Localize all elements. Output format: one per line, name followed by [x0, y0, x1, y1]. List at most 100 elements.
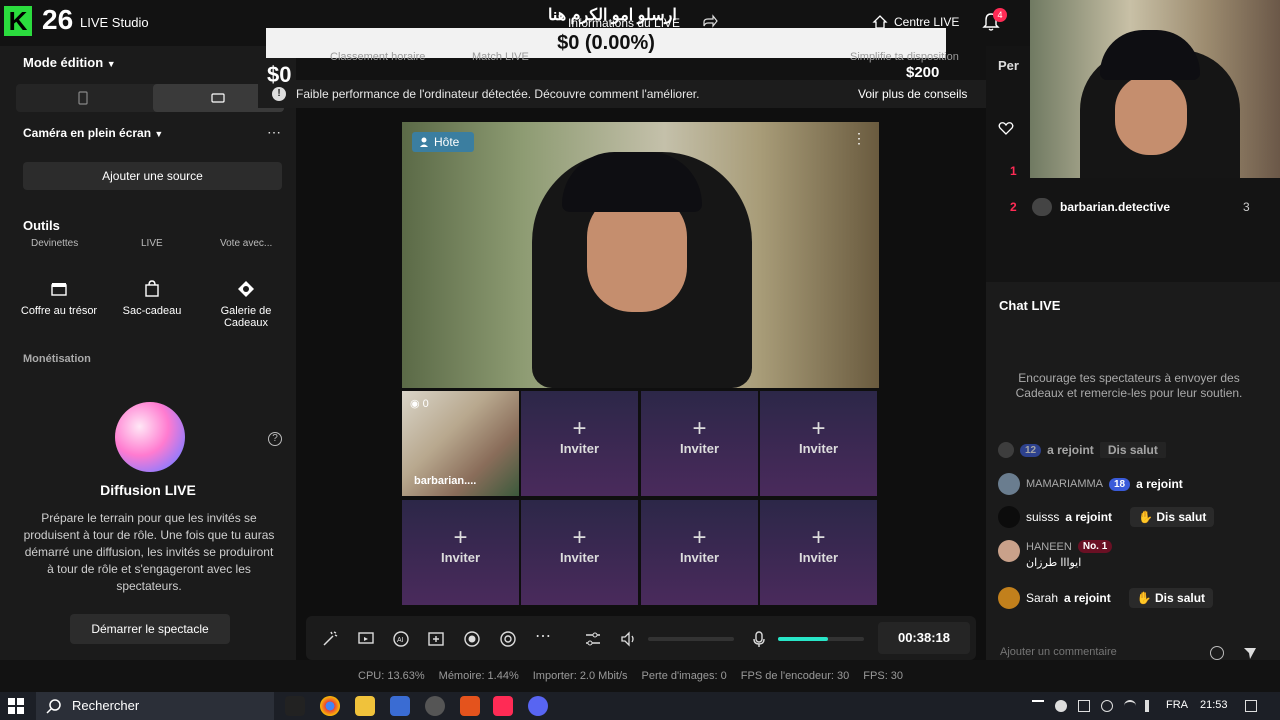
invite-slot[interactable]: + Inviter: [760, 391, 877, 496]
logo-number: 26: [42, 4, 74, 35]
tools-title: Outils: [23, 218, 60, 233]
emoji-icon[interactable]: [1210, 646, 1224, 660]
mode-edition-label: Mode édition: [23, 55, 104, 70]
say-hi-button[interactable]: ✋ Dis salut: [1130, 507, 1215, 527]
microphone-icon[interactable]: [750, 630, 768, 648]
record-icon[interactable]: [463, 630, 481, 648]
microphone-tray-icon[interactable]: [1055, 700, 1067, 712]
invite-label: Inviter: [559, 441, 599, 456]
chat-row: Sarah a rejoint ✋ Dis salut: [998, 587, 1214, 609]
tiktok-studio-app-icon[interactable]: [285, 696, 305, 716]
invite-label: Inviter: [798, 441, 838, 456]
tool-gift-gallery[interactable]: Galerie de Cadeaux: [202, 270, 290, 346]
say-hi-button[interactable]: ✋ Dis salut: [1128, 588, 1214, 608]
file-explorer-app-icon[interactable]: [355, 696, 375, 716]
chat-message: a rejoint: [1065, 510, 1113, 524]
chat-user[interactable]: Sarah: [1026, 591, 1058, 605]
portrait-icon[interactable]: [78, 91, 88, 105]
plus-icon: +: [811, 415, 826, 442]
chat-user[interactable]: suisss: [1026, 510, 1059, 524]
notification-center-icon[interactable]: [1245, 700, 1257, 712]
wave-icon: ✋: [1136, 591, 1152, 605]
guest-slot-occupied[interactable]: ◉ 0 barbarian....: [402, 391, 519, 496]
invite-slot[interactable]: + Inviter: [402, 500, 519, 605]
invite-slot[interactable]: + Inviter: [521, 391, 638, 496]
display-tray-icon[interactable]: [1078, 700, 1090, 712]
language-indicator[interactable]: FRA: [1166, 699, 1188, 711]
invite-slot[interactable]: + Inviter: [641, 500, 758, 605]
chevron-up-icon[interactable]: [1032, 700, 1044, 712]
camera-settings-icon[interactable]: [499, 630, 517, 648]
invite-label: Inviter: [559, 550, 599, 565]
orientation-toggle[interactable]: [16, 84, 284, 112]
performance-stats: CPU: 13.63% Mémoire: 1.44% Importer: 2.0…: [358, 670, 903, 682]
taskbar-search[interactable]: Rechercher: [36, 692, 274, 720]
chat-hint: Encourage tes spectateurs à envoyer des …: [1015, 371, 1243, 400]
rank-score: 3: [1243, 200, 1250, 214]
diffusion-title: Diffusion LIVE: [100, 482, 196, 498]
magic-wand-icon[interactable]: [321, 630, 339, 648]
rank-number: 1: [1010, 164, 1017, 178]
more-icon[interactable]: ⋯: [267, 124, 281, 141]
obs-app-icon[interactable]: [425, 696, 445, 716]
host-video[interactable]: [402, 122, 879, 388]
speaker-icon[interactable]: [620, 630, 638, 648]
tool-gift-bag[interactable]: Sac-cadeau: [108, 270, 196, 346]
discord-app-icon[interactable]: [528, 696, 548, 716]
send-icon[interactable]: [1243, 646, 1257, 660]
screen-share-icon[interactable]: [357, 630, 375, 648]
avatar[interactable]: [998, 587, 1020, 609]
volume-tray-icon[interactable]: [1145, 700, 1157, 712]
rank-badge: No. 1: [1077, 540, 1113, 553]
vertical-more-icon[interactable]: ⋮: [852, 130, 866, 147]
tiktok-app-icon[interactable]: [493, 696, 513, 716]
volume-slider[interactable]: [648, 637, 734, 641]
more-icon[interactable]: ⋯: [535, 626, 551, 646]
store-app-icon[interactable]: [390, 696, 410, 716]
chat-user[interactable]: HANEEN: [1026, 541, 1072, 553]
wifi-icon[interactable]: [1124, 700, 1136, 712]
more-tips-link[interactable]: Voir plus de conseils: [858, 87, 967, 101]
invite-slot[interactable]: + Inviter: [641, 391, 758, 496]
tool-treasure-chest[interactable]: Coffre au trésor: [15, 270, 103, 346]
layout-icon[interactable]: [427, 630, 445, 648]
help-icon[interactable]: ?: [268, 432, 282, 446]
notification-badge: 4: [993, 8, 1007, 22]
chat-message: ايوااا طرزان: [1026, 557, 1082, 569]
chat-user[interactable]: MAMARIAMMA: [1026, 478, 1103, 490]
tool-cut-label: Devinettes: [31, 238, 79, 249]
heart-icon[interactable]: [998, 120, 1014, 136]
start-show-button[interactable]: Démarrer le spectacle: [70, 614, 230, 644]
avatar[interactable]: [998, 540, 1020, 562]
camera-dropdown[interactable]: Caméra en plein écran ▼: [23, 126, 163, 140]
plus-icon: +: [572, 524, 587, 551]
webcam-pip: [1030, 0, 1280, 178]
windows-start-icon[interactable]: [8, 698, 24, 714]
comment-input[interactable]: [990, 640, 1230, 664]
rank-user-name[interactable]: barbarian.detective: [1060, 200, 1170, 214]
invite-label: Inviter: [679, 550, 719, 565]
chrome-app-icon[interactable]: [320, 696, 340, 716]
chevron-down-icon: ▼: [106, 59, 116, 69]
stream-title: ارسلو امو الكرم هنا: [548, 7, 677, 24]
invite-slot[interactable]: + Inviter: [521, 500, 638, 605]
avatar[interactable]: [998, 473, 1020, 495]
treasure-chest-icon: [51, 283, 67, 296]
say-hi-button[interactable]: Dis salut: [1099, 442, 1166, 458]
add-source-button[interactable]: Ajouter une source: [23, 162, 282, 190]
adjust-sliders-icon[interactable]: [584, 630, 602, 648]
avatar[interactable]: [998, 506, 1020, 528]
tool-label: Sac-cadeau: [122, 305, 182, 317]
color-tray-icon[interactable]: [1101, 700, 1113, 712]
ai-effects-icon[interactable]: AI: [392, 630, 410, 648]
level-badge: 12: [1020, 443, 1042, 457]
avatar[interactable]: [1032, 198, 1052, 216]
level-badge: 18: [1109, 477, 1131, 491]
invite-slot[interactable]: + Inviter: [760, 500, 877, 605]
mic-level-slider[interactable]: [778, 637, 864, 641]
clock[interactable]: 21:53: [1200, 699, 1228, 711]
avatar: [998, 442, 1014, 458]
left-panel: Mode édition ▼ Caméra en plein écran ▼ ⋯…: [0, 46, 296, 660]
mode-edition-dropdown[interactable]: Mode édition ▼: [23, 55, 116, 70]
microphone-app-icon[interactable]: [460, 696, 480, 716]
